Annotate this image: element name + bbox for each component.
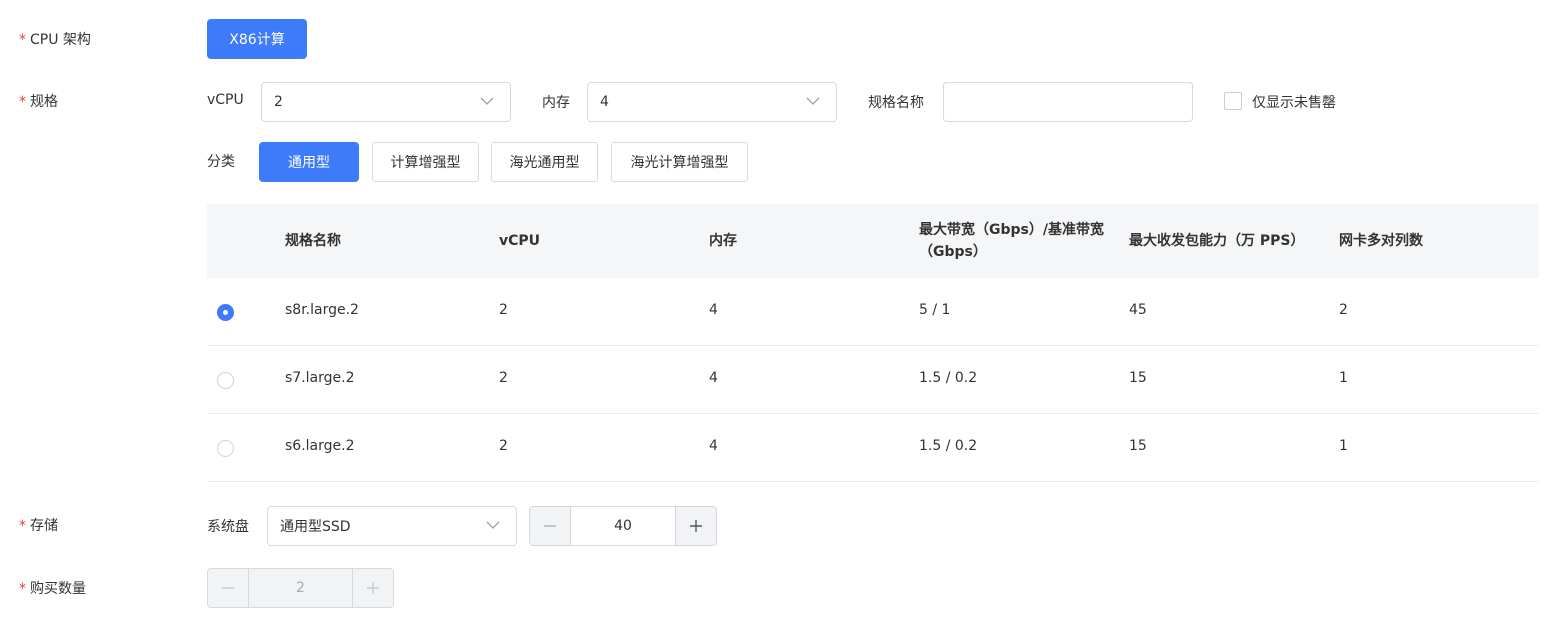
category-hygon-compute-enhanced-button[interactable]: 海光计算增强型 [611, 142, 748, 182]
cell-vcpu: 2 [499, 302, 508, 318]
vcpu-select-value: 2 [274, 94, 283, 110]
disk-type-select[interactable]: 通用型SSD [267, 506, 517, 546]
category-hygon-general-button[interactable]: 海光通用型 [491, 142, 598, 182]
spec-label: * 规格 [19, 94, 58, 110]
only-unsold-label: 仅显示未售罄 [1252, 95, 1336, 111]
disk-size-value[interactable]: 40 [571, 507, 675, 545]
cell-pps: 15 [1129, 438, 1147, 454]
cell-spec-name: s6.large.2 [285, 438, 355, 454]
chevron-down-icon [486, 521, 500, 529]
cell-spec-name: s8r.large.2 [285, 302, 359, 318]
cell-bandwidth: 1.5 / 0.2 [919, 370, 978, 386]
cell-vcpu: 2 [499, 438, 508, 454]
chevron-down-icon [480, 97, 494, 105]
header-vcpu: vCPU [499, 233, 541, 249]
quantity-increment-button[interactable] [352, 569, 393, 607]
cell-memory: 4 [709, 438, 718, 454]
header-bandwidth: 最大带宽（Gbps）/基准带宽（Gbps） [919, 222, 1104, 260]
category-compute-enhanced-button[interactable]: 计算增强型 [372, 142, 479, 182]
table-header: 规格名称 vCPU 内存 最大带宽（Gbps）/基准带宽（Gbps） 最大收发包… [207, 204, 1539, 278]
spec-name-label: 规格名称 [868, 95, 924, 111]
cell-bandwidth: 5 / 1 [919, 302, 951, 318]
cell-nic-queues: 1 [1339, 438, 1348, 454]
row-radio[interactable] [217, 440, 234, 457]
disk-size-stepper[interactable]: 40 [529, 506, 717, 546]
minus-icon [544, 525, 556, 527]
quantity-label: * 购买数量 [19, 581, 86, 597]
quantity-decrement-button[interactable] [208, 569, 249, 607]
table-row[interactable]: s7.large.2 2 4 1.5 / 0.2 15 1 [207, 346, 1539, 414]
cell-memory: 4 [709, 302, 718, 318]
cell-vcpu: 2 [499, 370, 508, 386]
memory-label: 内存 [542, 95, 570, 111]
row-radio[interactable] [217, 304, 234, 321]
x86-compute-button[interactable]: X86计算 [207, 19, 307, 59]
cell-spec-name: s7.large.2 [285, 370, 355, 386]
memory-select[interactable]: 4 [587, 82, 837, 122]
table-row[interactable]: s6.large.2 2 4 1.5 / 0.2 15 1 [207, 414, 1539, 482]
header-nic-queues: 网卡多对列数 [1339, 233, 1423, 249]
cell-nic-queues: 1 [1339, 370, 1348, 386]
header-memory: 内存 [709, 233, 737, 249]
quantity-stepper[interactable]: 2 [207, 568, 394, 608]
cell-bandwidth: 1.5 / 0.2 [919, 438, 978, 454]
category-general-button[interactable]: 通用型 [259, 142, 359, 182]
spec-name-input[interactable] [943, 82, 1193, 122]
cell-pps: 15 [1129, 370, 1147, 386]
category-label: 分类 [207, 154, 235, 170]
system-disk-label: 系统盘 [207, 519, 249, 535]
storage-label: * 存储 [19, 518, 58, 534]
spec-table: 规格名称 vCPU 内存 最大带宽（Gbps）/基准带宽（Gbps） 最大收发包… [207, 204, 1539, 482]
minus-icon [222, 587, 234, 589]
memory-select-value: 4 [600, 94, 609, 110]
plus-icon [367, 582, 379, 594]
disk-type-select-value: 通用型SSD [280, 519, 351, 535]
table-row[interactable]: s8r.large.2 2 4 5 / 1 45 2 [207, 278, 1539, 346]
header-pps: 最大收发包能力（万 PPS） [1129, 233, 1305, 249]
header-spec-name: 规格名称 [285, 233, 341, 249]
cpu-arch-label: * CPU 架构 [19, 32, 91, 48]
plus-icon [690, 520, 702, 532]
cell-memory: 4 [709, 370, 718, 386]
row-radio[interactable] [217, 372, 234, 389]
disk-size-increment-button[interactable] [675, 507, 716, 545]
chevron-down-icon [806, 97, 820, 105]
vcpu-select[interactable]: 2 [261, 82, 511, 122]
disk-size-decrement-button[interactable] [530, 507, 571, 545]
quantity-value[interactable]: 2 [249, 569, 352, 607]
cell-nic-queues: 2 [1339, 302, 1348, 318]
only-unsold-checkbox[interactable] [1224, 92, 1242, 110]
vcpu-label: vCPU [207, 92, 244, 108]
cell-pps: 45 [1129, 302, 1147, 318]
